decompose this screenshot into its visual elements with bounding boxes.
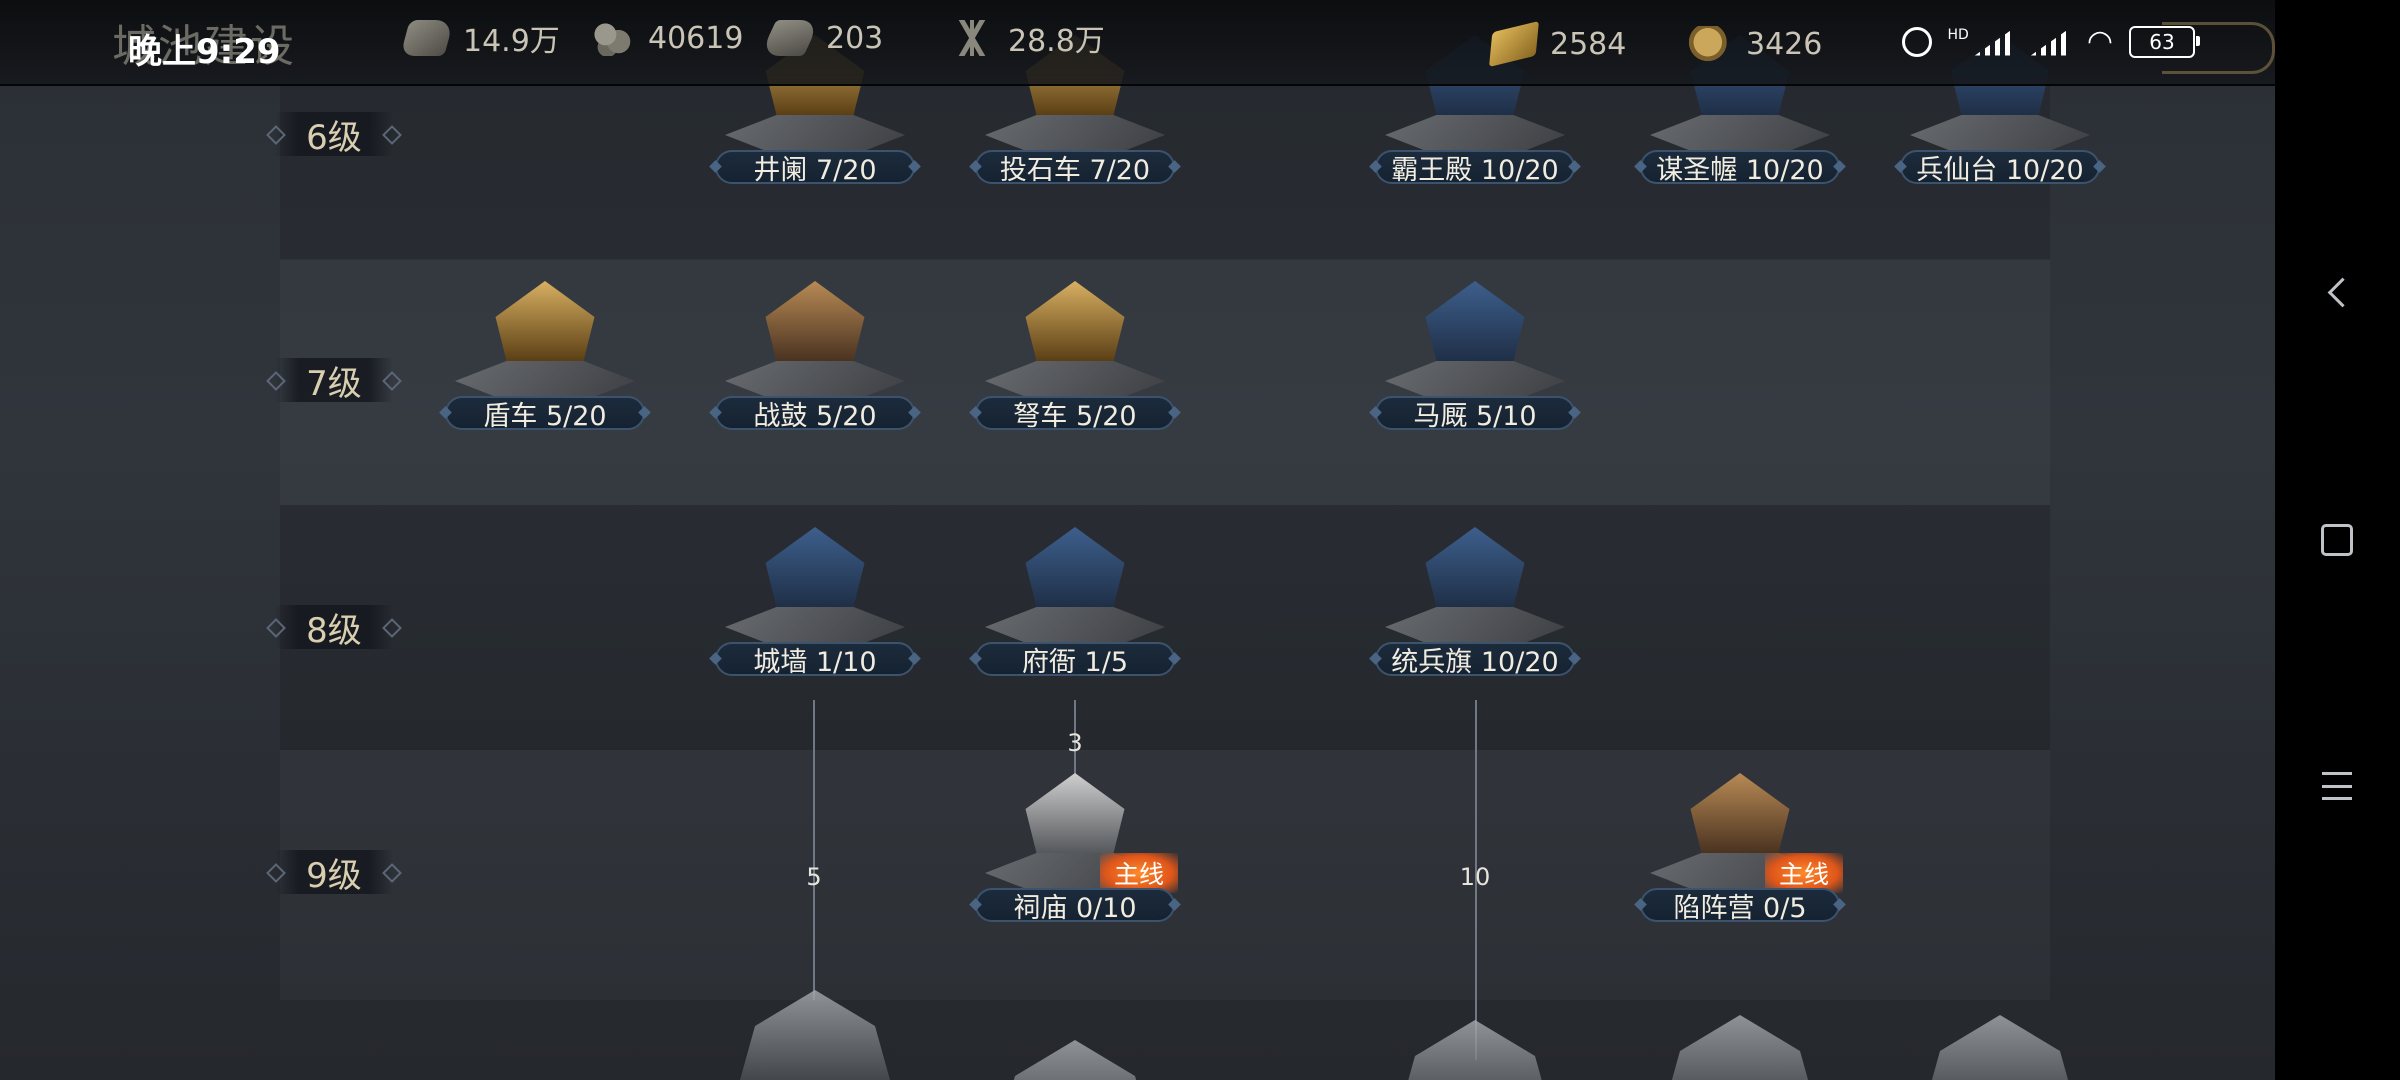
building-label: 谋圣幄 10/20	[1640, 150, 1840, 186]
building-label: 统兵旗 10/20	[1375, 642, 1575, 678]
hd-badge: HD	[1947, 26, 1969, 43]
building-locked[interactable]	[1925, 1015, 2075, 1080]
resource-value: 28.8万	[1008, 24, 1105, 59]
building-label: 霸王殿 10/20	[1375, 150, 1575, 186]
building-tongbingqi[interactable]: 统兵旗 10/20	[1360, 492, 1590, 722]
building-dunche[interactable]: 盾车 5/20	[430, 246, 660, 476]
iron-icon	[759, 20, 821, 56]
currency-value: 3426	[1746, 26, 1823, 62]
wood-icon	[400, 20, 454, 56]
building-locked[interactable]	[1665, 1015, 1815, 1080]
resource-value: 203	[826, 20, 884, 56]
resource-value: 40619	[648, 20, 744, 56]
signal-icon	[2030, 27, 2071, 56]
building-xianzhenying[interactable]: 主线 陷阵营 0/5	[1625, 738, 1855, 968]
building-locked[interactable]	[740, 990, 890, 1080]
stone-icon	[590, 20, 634, 56]
building-locked[interactable]	[1000, 1040, 1150, 1080]
building-cimiao[interactable]: 主线 祠庙 0/10	[960, 738, 1190, 968]
requirement-node: 5	[797, 860, 831, 894]
building-zhangu[interactable]: 战鼓 5/20	[700, 246, 930, 476]
resource-grain[interactable]: 28.8万	[950, 16, 1105, 60]
building-nuche[interactable]: 弩车 5/20	[960, 246, 1190, 476]
gold-ingot-icon	[1489, 20, 1539, 68]
back-icon[interactable]	[2317, 272, 2357, 312]
system-nav-bar	[2275, 0, 2400, 1080]
building-label: 城墙 1/10	[715, 642, 915, 678]
currency-value: 2584	[1550, 26, 1627, 62]
building-label: 陷阵营 0/5	[1640, 888, 1840, 924]
resource-wood[interactable]: 14.9万	[400, 16, 560, 60]
building-locked[interactable]	[1400, 1020, 1550, 1080]
grain-icon	[950, 20, 994, 56]
wifi-icon: ◠	[2086, 24, 2113, 59]
building-label: 祠庙 0/10	[975, 888, 1175, 924]
top-bar: 城池建设 晚上9:29 14.9万 40619 203 28.8万 2584 3…	[0, 0, 2275, 86]
connector-line	[813, 700, 815, 1000]
status-time: 晚上9:29	[128, 32, 281, 72]
signal-icon	[1974, 27, 2015, 56]
building-label: 兵仙台 10/20	[1900, 150, 2100, 186]
exit-button[interactable]	[2162, 22, 2275, 74]
level-label-9: 9级	[275, 850, 393, 896]
building-chengqiang[interactable]: 城墙 1/10	[700, 492, 930, 722]
building-label: 投石车 7/20	[975, 150, 1175, 186]
resource-value: 14.9万	[463, 24, 560, 59]
game-view: 3 5 10 6级 7级 8级 9级 井阑 7/20 投石车 7/20 霸王殿 …	[0, 0, 2275, 1080]
system-status: HD ◠ 63	[1901, 24, 2200, 59]
home-icon[interactable]	[2317, 520, 2357, 560]
building-fuya[interactable]: 府衙 1/5	[960, 492, 1190, 722]
building-label: 井阑 7/20	[715, 150, 915, 186]
alarm-icon	[1901, 26, 1932, 57]
building-label: 马厩 5/10	[1375, 396, 1575, 432]
resource-stone[interactable]: 40619	[590, 16, 743, 60]
menu-icon[interactable]	[2317, 766, 2357, 806]
resource-iron[interactable]: 203	[759, 16, 884, 60]
currency-gold[interactable]: 2584	[1489, 20, 1627, 68]
copper-coin-icon	[1688, 26, 1732, 62]
building-label: 战鼓 5/20	[715, 396, 915, 432]
currency-copper[interactable]: 3426	[1688, 22, 1822, 66]
building-label: 盾车 5/20	[445, 396, 645, 432]
level-label-7: 7级	[275, 358, 393, 404]
building-label: 弩车 5/20	[975, 396, 1175, 432]
level-label-6: 6级	[275, 112, 393, 158]
building-majiu[interactable]: 马厩 5/10	[1360, 246, 1590, 476]
building-label: 府衙 1/5	[975, 642, 1175, 678]
level-label-8: 8级	[275, 605, 393, 651]
requirement-node: 10	[1458, 860, 1492, 894]
